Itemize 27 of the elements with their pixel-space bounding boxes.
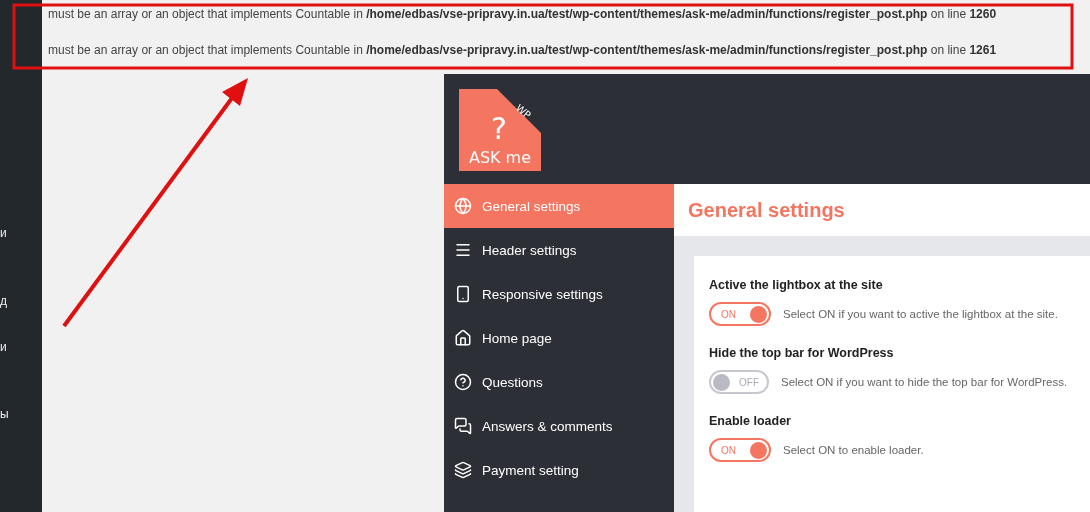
setting-description: Select ON if you want to active the lightbox at the site.: [783, 308, 1058, 320]
nav-item[interactable]: Answers & comments: [444, 404, 674, 448]
logo: WP ? ASK me: [459, 89, 541, 171]
nav-item[interactable]: Payment setting: [444, 448, 674, 492]
menu-icon: [454, 241, 472, 259]
globe-icon: [454, 197, 472, 215]
phone-icon: [454, 285, 472, 303]
nav-item[interactable]: Responsive settings: [444, 272, 674, 316]
setting-description: Select ON to enable loader.: [783, 444, 924, 456]
menu-item-fragment[interactable]: ы: [0, 407, 9, 443]
error-message: must be an array or an object that implements Countable in /home/edbas/vse-pripravy.in.ua/test/wp-content/themes/ask-me/admin/functions/register_post.php on line 1261: [48, 42, 998, 59]
home-icon: [454, 329, 472, 347]
page-title: General settings: [688, 198, 845, 222]
menu-item-fragment[interactable]: и: [0, 226, 7, 294]
nav-item[interactable]: Home page: [444, 316, 674, 360]
stack-icon: [454, 461, 472, 479]
error-message: must be an array or an object that implements Countable in /home/edbas/vse-pripravy.in.ua/test/wp-content/themes/ask-me/admin/functions/register_post.php on line 1260: [48, 6, 998, 23]
setting-description: Select ON if you want to hide the top bar for WordPress.: [781, 376, 1068, 388]
menu-item-fragment[interactable]: и: [0, 340, 7, 407]
setting-title: Active the lightbox at the site: [709, 278, 884, 292]
help-icon: [454, 373, 472, 391]
setting-title: Enable loader: [709, 414, 792, 428]
nav-item[interactable]: Questions: [444, 360, 674, 404]
chat-icon: [454, 417, 472, 435]
menu-item-fragment[interactable]: д: [0, 294, 7, 340]
setting-title: Hide the top bar for WordPress: [709, 346, 895, 360]
nav-item[interactable]: Header settings: [444, 228, 674, 272]
